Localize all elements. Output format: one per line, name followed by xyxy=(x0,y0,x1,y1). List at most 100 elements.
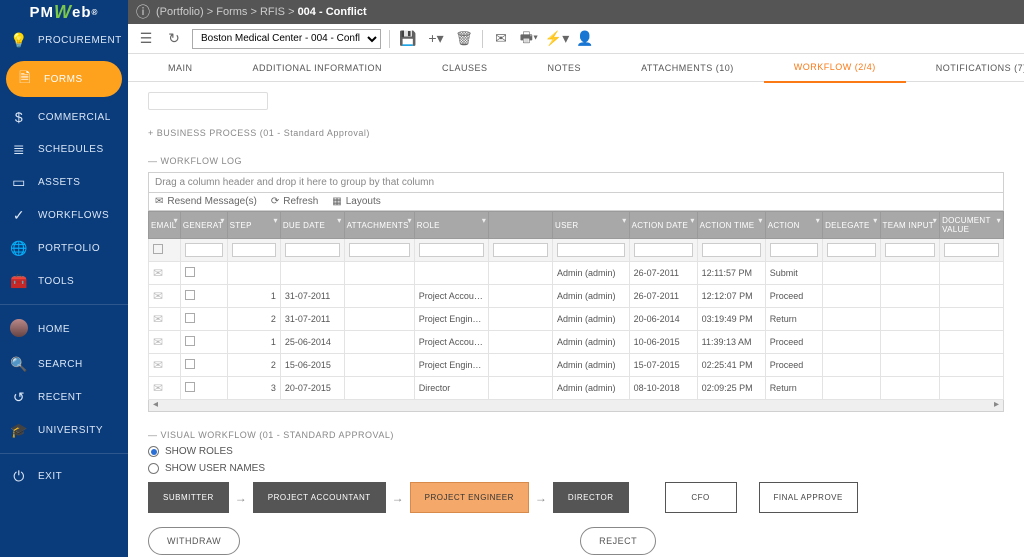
row-mail-icon[interactable]: ✉ xyxy=(153,266,163,280)
breadcrumb[interactable]: (Portfolio) > Forms > RFIS > 004 - Confl… xyxy=(156,6,367,18)
sidebar-item-label: FORMS xyxy=(44,74,83,85)
main: ⓘ (Portfolio) > Forms > RFIS > 004 - Con… xyxy=(128,0,1024,557)
section-visual-workflow[interactable]: — VISUAL WORKFLOW (01 - STANDARD APPROVA… xyxy=(148,430,1004,440)
resend-button[interactable]: ✉ Resend Message(s) xyxy=(155,196,257,207)
withdraw-button[interactable]: WITHDRAW xyxy=(148,527,240,555)
filter-input[interactable] xyxy=(702,243,761,257)
col-delegate[interactable]: DELEGATE▾ xyxy=(823,212,880,239)
sidebar-item-commercial[interactable]: $COMMERCIAL xyxy=(0,101,128,133)
radio-show-users[interactable]: SHOW USER NAMES xyxy=(148,463,1004,474)
sidebar-item-exit[interactable]: ⏻EXIT xyxy=(0,460,128,493)
row-checkbox[interactable] xyxy=(185,382,195,392)
row-checkbox[interactable] xyxy=(185,313,195,323)
user-icon[interactable]: 👤 xyxy=(575,29,595,49)
row-mail-icon[interactable]: ✉ xyxy=(153,381,163,395)
filter-input[interactable] xyxy=(349,243,410,257)
horizontal-scrollbar[interactable] xyxy=(148,400,1004,412)
delete-icon[interactable]: 🗑 xyxy=(454,29,474,49)
col-step[interactable]: STEP▾ xyxy=(227,212,280,239)
wf-node-director[interactable]: DIRECTOR xyxy=(553,482,629,513)
row-checkbox[interactable] xyxy=(185,336,195,346)
layouts-button[interactable]: ▦ Layouts xyxy=(332,196,380,207)
mail-icon[interactable]: ✉ xyxy=(491,29,511,49)
sidebar-item-portfolio[interactable]: 🌐PORTFOLIO xyxy=(0,232,128,265)
wf-node-pe[interactable]: PROJECT ENGINEER xyxy=(410,482,529,513)
filter-input[interactable] xyxy=(557,243,625,257)
filter-input[interactable] xyxy=(770,243,818,257)
col-due-date[interactable]: DUE DATE▾ xyxy=(280,212,344,239)
filter-input[interactable] xyxy=(493,243,548,257)
wf-node-cfo[interactable]: CFO xyxy=(665,482,737,513)
col-action[interactable]: ACTION▾ xyxy=(765,212,822,239)
print-icon[interactable]: 🖶▾ xyxy=(519,29,539,49)
filter-input[interactable] xyxy=(827,243,875,257)
sidebar-item-search[interactable]: 🔍SEARCH xyxy=(0,348,128,381)
table-row[interactable]: ✉125-06-2014Project AccountaAdmin (admin… xyxy=(149,331,1004,354)
breadcrumb-bar: ⓘ (Portfolio) > Forms > RFIS > 004 - Con… xyxy=(128,0,1024,24)
col-role[interactable]: ROLE▾ xyxy=(414,212,488,239)
col-user[interactable]: USER▾ xyxy=(553,212,630,239)
sidebar-item-university[interactable]: 🎓UNIVERSITY xyxy=(0,414,128,447)
filter-input[interactable] xyxy=(634,243,693,257)
refresh-button[interactable]: ⟳ Refresh xyxy=(271,196,318,207)
col-email[interactable]: EMAIL▾ xyxy=(149,212,181,239)
col-attachments[interactable]: ATTACHMENTS▾ xyxy=(344,212,414,239)
group-hint[interactable]: Drag a column header and drop it here to… xyxy=(148,172,1004,193)
table-row[interactable]: ✉Admin (admin)26-07-201112:11:57 PMSubmi… xyxy=(149,262,1004,285)
history-icon[interactable]: ↻ xyxy=(164,29,184,49)
tab-additional-information[interactable]: ADDITIONAL INFORMATION xyxy=(223,54,413,82)
tab-workflow-2-4-[interactable]: WORKFLOW (2/4) xyxy=(764,53,906,83)
col-team-input[interactable]: TEAM INPUT▾ xyxy=(880,212,940,239)
tab-clauses[interactable]: CLAUSES xyxy=(412,54,518,82)
radio-show-roles[interactable]: SHOW ROLES xyxy=(148,446,1004,457)
filter-input[interactable] xyxy=(885,243,936,257)
section-business-process[interactable]: + BUSINESS PROCESS (01 - Standard Approv… xyxy=(148,128,1004,138)
wf-node-pa[interactable]: PROJECT ACCOUNTANT xyxy=(253,482,386,513)
table-row[interactable]: ✉320-07-2015DirectorAdmin (admin)08-10-2… xyxy=(149,377,1004,400)
wf-node-submitter[interactable]: SUBMITTER xyxy=(148,482,229,513)
filter-input[interactable] xyxy=(285,243,340,257)
sidebar-item-forms[interactable]: 🗎FORMS xyxy=(6,61,122,97)
sidebar-item-tools[interactable]: 🧰TOOLS xyxy=(0,265,128,298)
row-mail-icon[interactable]: ✉ xyxy=(153,335,163,349)
project-select[interactable]: Boston Medical Center - 004 - Confl xyxy=(192,29,381,49)
col-blank[interactable] xyxy=(489,212,553,239)
bolt-icon[interactable]: ⚡▾ xyxy=(547,29,567,49)
row-mail-icon[interactable]: ✉ xyxy=(153,358,163,372)
col-action-date[interactable]: ACTION DATE▾ xyxy=(629,212,697,239)
list-icon[interactable]: ☰ xyxy=(136,29,156,49)
sidebar-item-assets[interactable]: ▭ASSETS xyxy=(0,166,128,199)
sidebar-item-procurement[interactable]: 💡PROCUREMENT xyxy=(0,24,128,57)
save-icon[interactable]: 💾 xyxy=(398,29,418,49)
col-generat[interactable]: GENERAT▾ xyxy=(180,212,227,239)
filter-input[interactable] xyxy=(944,243,999,257)
tab-main[interactable]: MAIN xyxy=(138,54,223,82)
filter-input[interactable] xyxy=(232,243,276,257)
sidebar-item-home[interactable]: HOME xyxy=(0,311,128,348)
row-mail-icon[interactable]: ✉ xyxy=(153,289,163,303)
filter-input[interactable] xyxy=(185,243,223,257)
info-icon[interactable]: ⓘ xyxy=(136,2,150,22)
sidebar-item-recent[interactable]: ↺RECENT xyxy=(0,381,128,414)
reject-button[interactable]: REJECT xyxy=(580,527,656,555)
row-checkbox[interactable] xyxy=(185,359,195,369)
row-checkbox[interactable] xyxy=(185,267,195,277)
table-row[interactable]: ✉231-07-2011Project EngineerAdmin (admin… xyxy=(149,308,1004,331)
tab-notifications-7-[interactable]: NOTIFICATIONS (7) xyxy=(906,54,1024,82)
add-icon[interactable]: +▾ xyxy=(426,29,446,49)
select-all-checkbox[interactable] xyxy=(153,244,163,254)
col-document-value[interactable]: DOCUMENT VALUE▾ xyxy=(940,212,1004,239)
row-mail-icon[interactable]: ✉ xyxy=(153,312,163,326)
sidebar-item-workflows[interactable]: ✓WORKFLOWS xyxy=(0,199,128,232)
row-checkbox[interactable] xyxy=(185,290,195,300)
section-workflow-log[interactable]: — WORKFLOW LOG xyxy=(148,156,1004,166)
table-row[interactable]: ✉215-06-2015Project EngineerAdmin (admin… xyxy=(149,354,1004,377)
filter-input[interactable] xyxy=(419,243,484,257)
sidebar-item-schedules[interactable]: ≣SCHEDULES xyxy=(0,133,128,166)
tab-notes[interactable]: NOTES xyxy=(518,54,612,82)
col-action-time[interactable]: ACTION TIME▾ xyxy=(697,212,765,239)
table-row[interactable]: ✉131-07-2011Project AccountaAdmin (admin… xyxy=(149,285,1004,308)
tab-attachments-10-[interactable]: ATTACHMENTS (10) xyxy=(611,54,764,82)
wf-node-final[interactable]: FINAL APPROVE xyxy=(759,482,858,513)
sidebar-item-label: HOME xyxy=(38,324,70,335)
